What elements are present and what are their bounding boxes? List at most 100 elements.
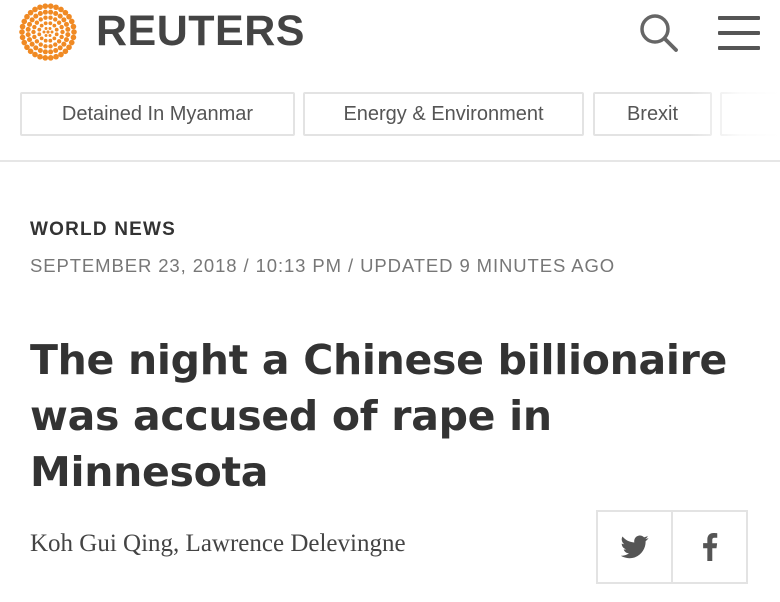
- logo-dot: [48, 27, 52, 31]
- search-button[interactable]: [636, 10, 682, 56]
- logo-dot: [53, 17, 58, 22]
- site-header: REUTERS: [0, 0, 780, 80]
- menu-button[interactable]: [718, 14, 762, 54]
- logo-dot: [21, 39, 28, 46]
- logo-dot: [61, 17, 67, 23]
- article-headline: The night a Chinese billionaire was accu…: [30, 336, 728, 496]
- logo-dot: [21, 18, 28, 25]
- logo-dot: [53, 42, 58, 47]
- logo-dot: [59, 34, 64, 40]
- logo-dot: [65, 32, 71, 38]
- logo-dot: [19, 34, 26, 41]
- logo-dot: [33, 45, 39, 51]
- logo-dot: [27, 37, 33, 43]
- topic-tabs: Detained In Myanmar Energy & Environment…: [0, 92, 780, 140]
- logo-dot: [59, 24, 64, 30]
- logo-dot: [42, 3, 49, 9]
- logo-dot: [56, 20, 62, 25]
- logo-dot: [37, 11, 43, 17]
- brand-name[interactable]: REUTERS: [96, 6, 305, 56]
- logo-dot: [63, 37, 69, 43]
- logo-dot: [68, 39, 75, 46]
- header-divider: [0, 160, 780, 162]
- tab-energy-environment[interactable]: Energy & Environment: [303, 92, 584, 136]
- logo-dot: [66, 13, 72, 20]
- logo-dot: [70, 34, 77, 41]
- article-dateline: SEPTEMBER 23, 2018 / 10:13 PM / UPDATED …: [30, 255, 616, 276]
- section-label[interactable]: WORLD NEWS: [30, 219, 176, 241]
- logo-dot: [37, 53, 43, 60]
- hamburger-menu-icon-bar-3: [718, 46, 760, 50]
- share-twitter-button[interactable]: [598, 512, 671, 582]
- logo-dot: [29, 17, 35, 23]
- logo-dot: [60, 29, 65, 35]
- logo-dot: [44, 33, 48, 37]
- logo-dot: [42, 30, 46, 34]
- logo-dot: [43, 38, 48, 43]
- logo-dot: [53, 11, 59, 17]
- logo-dot: [43, 21, 48, 26]
- logo-dot: [54, 27, 59, 32]
- logo-dot: [68, 18, 75, 25]
- logo-dot: [58, 51, 64, 58]
- logo-dot: [32, 34, 37, 40]
- logo-dot: [34, 20, 40, 25]
- logo-dot: [54, 32, 59, 37]
- logo-dot: [37, 47, 43, 53]
- logo-dot: [57, 45, 63, 51]
- logo-dot: [48, 44, 53, 49]
- logo-dot: [24, 44, 30, 51]
- logo-dot: [47, 55, 54, 61]
- hamburger-menu-icon-bar-1: [718, 16, 760, 20]
- logo-dot: [48, 15, 53, 20]
- twitter-icon: [620, 535, 649, 559]
- logo-dot: [53, 47, 59, 53]
- logo-dot: [42, 49, 48, 55]
- logo-dot: [47, 3, 54, 9]
- logo-dot: [25, 32, 31, 38]
- logo-dot: [42, 9, 48, 15]
- hamburger-menu-icon-bar-2: [718, 31, 760, 35]
- logo-dot: [70, 23, 77, 30]
- share-buttons: [596, 510, 748, 584]
- logo-dot: [39, 36, 44, 41]
- logo-dot: [25, 26, 31, 32]
- logo-dot: [53, 53, 59, 60]
- logo-dot: [56, 39, 62, 44]
- logo-dot: [37, 27, 42, 32]
- logo-dot: [63, 21, 69, 27]
- logo-dot: [44, 27, 48, 31]
- logo-dot: [50, 30, 54, 34]
- logo-dot: [38, 17, 43, 22]
- reuters-logo-icon[interactable]: [18, 2, 78, 62]
- logo-dot: [42, 55, 49, 61]
- logo-dot: [38, 42, 43, 47]
- logo-dot: [31, 29, 36, 35]
- logo-dot: [37, 32, 42, 37]
- logo-dot: [61, 41, 67, 47]
- logo-dot: [43, 15, 48, 20]
- logo-dot: [33, 13, 39, 19]
- share-facebook-button[interactable]: [671, 512, 746, 582]
- logo-dot: [32, 6, 38, 13]
- logo-dot: [48, 21, 53, 26]
- logo-dot: [48, 33, 52, 37]
- logo-dot: [19, 29, 25, 35]
- logo-dot: [48, 49, 54, 55]
- logo-dot: [37, 4, 43, 11]
- logo-dot: [52, 36, 57, 41]
- logo-dot: [29, 41, 35, 47]
- logo-dot: [48, 38, 53, 43]
- search-icon: [640, 14, 678, 52]
- logo-dot: [65, 26, 71, 32]
- logo-dot: [53, 4, 59, 11]
- tab-detained-in-myanmar[interactable]: Detained In Myanmar: [20, 92, 295, 136]
- logo-dot: [34, 39, 40, 44]
- logo-dot: [43, 44, 48, 49]
- article-byline[interactable]: Koh Gui Qing, Lawrence Delevingne: [30, 530, 406, 558]
- logo-dot: [27, 21, 33, 27]
- facebook-icon: [702, 533, 717, 561]
- logo-dot: [48, 9, 54, 15]
- logo-dot: [32, 24, 37, 30]
- tabs-fade-overlay: [690, 92, 780, 138]
